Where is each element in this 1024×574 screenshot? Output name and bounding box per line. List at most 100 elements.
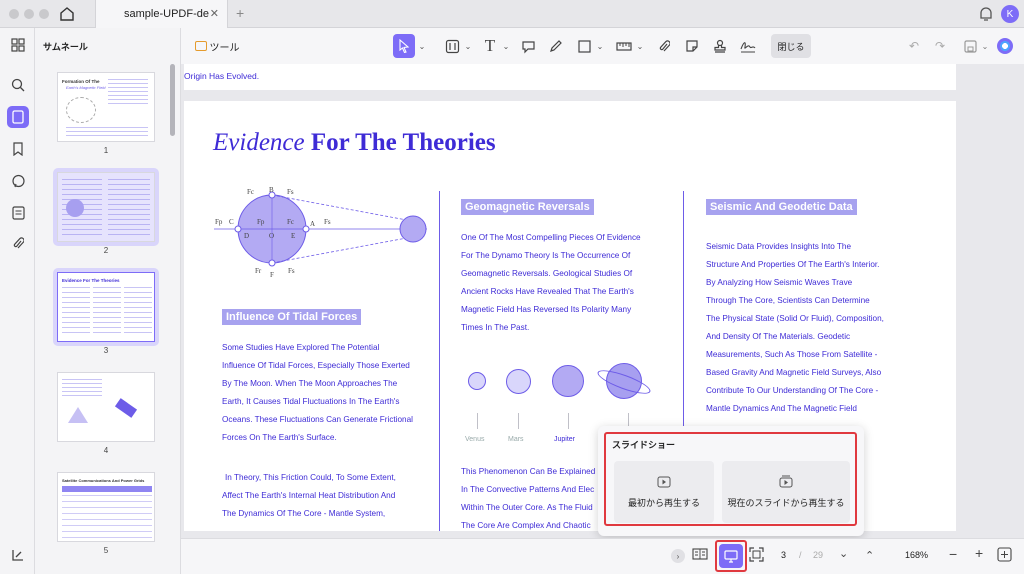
text-line: Magnetic Field Has Reversed Its Polarity… xyxy=(461,305,632,314)
diagram-label-o: O xyxy=(269,232,275,240)
text-line: Within The Outer Core. As The Fluid xyxy=(461,503,593,512)
signature-tool-button[interactable] xyxy=(737,34,759,58)
col3-heading: Seismic And Geodetic Data xyxy=(706,199,857,215)
new-tab-icon[interactable]: + xyxy=(236,5,244,21)
thumbnail-text-lines xyxy=(108,179,150,235)
zoom-level[interactable]: 168% xyxy=(905,550,928,560)
chevron-down-icon[interactable]: ⌄ xyxy=(981,34,989,58)
planet-label-venus: Venus xyxy=(465,436,485,443)
ruler-icon xyxy=(616,41,632,51)
user-avatar[interactable]: K xyxy=(1001,5,1019,23)
chevron-down-icon[interactable]: ⌄ xyxy=(417,34,427,58)
diagram-label-a: A xyxy=(310,220,316,228)
text-line: This Phenomenon Can Be Explained xyxy=(461,467,596,476)
thumbnail-page-5[interactable]: Satellite Communications And Power Grids… xyxy=(53,468,159,555)
toolbox-icon xyxy=(194,41,207,51)
thumbnails-panel-icon[interactable] xyxy=(7,106,29,128)
page-title-italic: Evidence xyxy=(213,129,305,156)
textbox-icon xyxy=(445,39,459,53)
select-tool-button[interactable] xyxy=(393,34,415,58)
ai-assistant-button[interactable] xyxy=(995,34,1015,58)
ai-assistant-icon xyxy=(997,38,1013,54)
text-line: One Of The Most Compelling Pieces Of Evi… xyxy=(461,233,641,242)
signature-icon xyxy=(740,42,756,53)
col2-paragraph-1: One Of The Most Compelling Pieces Of Evi… xyxy=(461,229,661,337)
planet-tick xyxy=(477,413,478,429)
fullscreen-button[interactable] xyxy=(749,547,767,565)
zoom-in-icon[interactable]: + xyxy=(975,545,983,561)
thumbnail-table-rows xyxy=(62,495,152,539)
chevron-down-icon[interactable]: ⌄ xyxy=(595,34,605,58)
undo-icon[interactable]: ↶ xyxy=(905,34,923,58)
annotation-toolbar: ツール ⌄ ⌄ T ⌄ ⌄ ⌄ 閉じる ↶ ↷ ⌄ xyxy=(181,28,1024,64)
home-icon[interactable] xyxy=(58,5,76,23)
fullscreen-icon xyxy=(749,547,764,562)
text-line: Based Gravity And Magnetic Field Surveys… xyxy=(706,368,882,377)
text-tool-button[interactable]: T xyxy=(479,34,501,58)
search-icon[interactable] xyxy=(7,74,29,96)
current-page-input[interactable]: 3 xyxy=(781,550,786,560)
grid-view-icon[interactable] xyxy=(7,34,29,56)
text-line: Through The Core, Scientists Can Determi… xyxy=(706,296,870,305)
bookmark-icon[interactable] xyxy=(7,138,29,160)
thumbnail-page-number: 2 xyxy=(103,246,109,255)
fit-page-button[interactable] xyxy=(997,547,1013,563)
stamp-tool-button[interactable] xyxy=(709,34,731,58)
save-button[interactable] xyxy=(961,34,979,58)
window-minimize-button[interactable] xyxy=(24,9,34,19)
thumbnail-page-1[interactable]: Formation Of The Earth's Magnetic Field … xyxy=(53,68,159,155)
document-tab-title: sample-UPDF-de xyxy=(124,8,209,20)
comment-icon[interactable] xyxy=(7,170,29,192)
sticker-tool-button[interactable] xyxy=(681,34,703,58)
window-close-button[interactable] xyxy=(9,9,19,19)
expand-arrow-icon[interactable]: › xyxy=(671,549,685,563)
diagram-label-fp: Fp xyxy=(215,218,223,226)
tools-button[interactable]: ツール xyxy=(189,34,245,58)
diagram-label-f: F xyxy=(270,271,274,279)
thumbnail-page-number: 4 xyxy=(103,446,109,455)
text-line: By Analyzing How Seismic Waves Trave xyxy=(706,278,853,287)
thumbnail-page-3[interactable]: Evidence For The Theories 3 xyxy=(53,268,159,355)
thumbnail-satellite xyxy=(114,398,138,418)
page-layout-icon[interactable] xyxy=(7,202,29,224)
col1-heading: Influence Of Tidal Forces xyxy=(222,309,362,325)
notification-bell-icon[interactable] xyxy=(978,5,994,23)
reading-mode-button[interactable] xyxy=(692,547,710,565)
window-zoom-button[interactable] xyxy=(39,9,49,19)
thumbnail-text-lines xyxy=(108,79,148,107)
attachment-icon[interactable] xyxy=(7,232,29,254)
highlight-box xyxy=(604,432,857,526)
thumbnail-image: Satellite Communications And Power Grids xyxy=(57,472,155,542)
thumbnail-text-lines xyxy=(93,287,121,337)
col2-heading: Geomagnetic Reversals xyxy=(461,199,594,215)
attach-file-button[interactable] xyxy=(653,34,675,58)
close-tab-icon[interactable]: ✕ xyxy=(210,7,219,20)
redo-icon[interactable]: ↷ xyxy=(931,34,949,58)
thumbnail-diagram xyxy=(68,407,88,423)
textbox-tool-button[interactable] xyxy=(441,34,463,58)
next-page-chevron-down-icon[interactable]: ⌄ xyxy=(839,547,848,560)
chevron-down-icon[interactable]: ⌄ xyxy=(463,34,473,58)
thumbnail-scrollbar[interactable] xyxy=(170,64,175,136)
close-annotation-button[interactable]: 閉じる xyxy=(771,34,811,58)
planet-label-jupiter: Jupiter xyxy=(554,436,576,443)
zoom-out-icon[interactable]: − xyxy=(949,546,957,562)
title-bar: sample-UPDF-de ✕ + K xyxy=(0,0,1024,28)
thumbnail-page-2[interactable]: 2 xyxy=(53,168,159,255)
chevron-down-icon[interactable]: ⌄ xyxy=(635,34,645,58)
thumbnail-page-4[interactable]: 4 xyxy=(53,368,159,455)
chevron-down-icon[interactable]: ⌄ xyxy=(501,34,511,58)
layers-icon[interactable] xyxy=(7,544,29,566)
speech-bubble-icon xyxy=(521,40,535,53)
highlight-tool-button[interactable] xyxy=(545,34,567,58)
col3-paragraph-1: Seismic Data Provides Insights Into The … xyxy=(706,238,936,418)
text-line: Forces On The Earth's Surface. xyxy=(222,433,337,442)
thumbnail-text-lines xyxy=(66,127,148,139)
document-tab[interactable]: sample-UPDF-de ✕ xyxy=(95,0,228,28)
measure-tool-button[interactable] xyxy=(613,34,635,58)
previous-page-chevron-up-icon[interactable]: ⌃ xyxy=(865,549,874,562)
comment-tool-button[interactable] xyxy=(517,34,539,58)
thumbnail-heading: Formation Of The xyxy=(62,79,100,84)
shape-tool-button[interactable] xyxy=(573,34,595,58)
pen-icon xyxy=(550,40,562,52)
